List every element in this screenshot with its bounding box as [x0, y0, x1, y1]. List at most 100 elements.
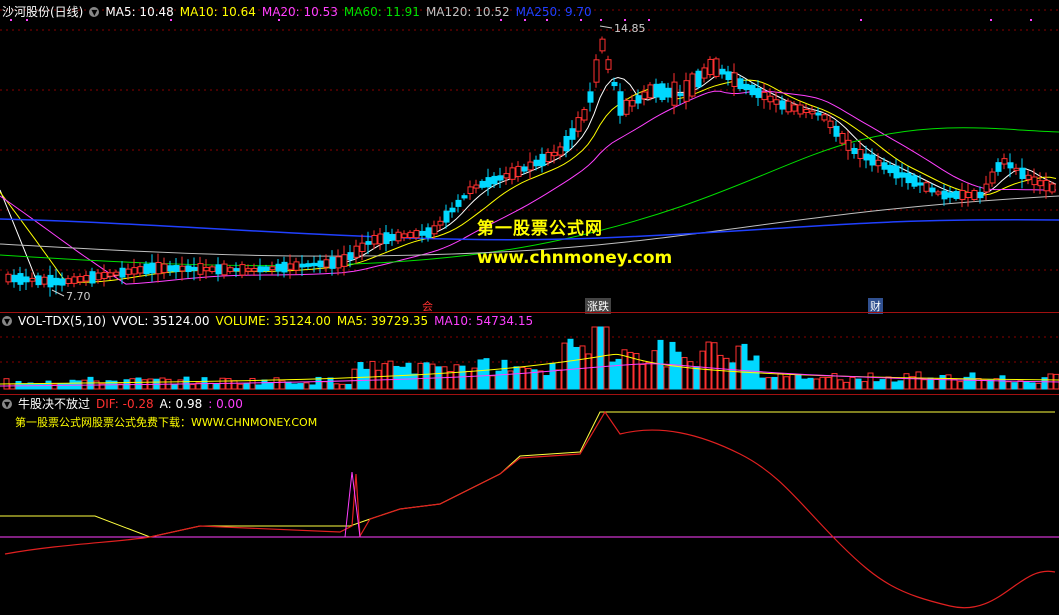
- candle-body: [485, 177, 492, 188]
- volume-bar: [819, 376, 826, 390]
- volume-bar: [351, 368, 358, 390]
- volume-bar: [855, 378, 862, 390]
- chevron-down-icon[interactable]: ▾: [89, 6, 100, 18]
- volume-bar: [411, 373, 418, 390]
- volume-bar: [363, 368, 370, 390]
- volume-bar: [693, 366, 700, 390]
- candle-body: [701, 67, 708, 79]
- volume-bar: [483, 358, 490, 390]
- dif-line: [4, 410, 1056, 609]
- candle-body: [941, 190, 948, 200]
- candle-body: [209, 266, 216, 273]
- candle-body: [95, 272, 102, 281]
- candle-body: [653, 83, 660, 98]
- candle-body: [659, 83, 666, 100]
- candle-body: [425, 227, 432, 238]
- volume-bar: [915, 371, 922, 390]
- volume-bar: [759, 377, 766, 390]
- volume-bar: [255, 384, 262, 390]
- candle-body: [845, 139, 852, 151]
- candle-body: [881, 162, 888, 170]
- candle-body: [41, 276, 48, 285]
- chevron-down-icon[interactable]: ▾: [2, 315, 12, 327]
- volume-bar: [495, 370, 502, 390]
- volume-bar: [267, 382, 274, 390]
- volume-bar: [357, 362, 364, 390]
- volume-bar: [1005, 381, 1012, 390]
- candle-body: [401, 233, 408, 239]
- volume-bar: [849, 376, 856, 390]
- volume-bar: [825, 376, 832, 390]
- indicator-pane[interactable]: ▾ 牛股决不放过 DIF: -0.28 A: 0.98 : 0.00 第一股票公…: [0, 394, 1059, 615]
- volume-bar: [261, 379, 268, 390]
- candle-body: [497, 175, 504, 181]
- candle-body: [413, 230, 420, 239]
- volume-bar: [1017, 380, 1024, 390]
- candle-body: [587, 91, 594, 103]
- volume-bar: [327, 377, 334, 390]
- volume-bar: [39, 383, 46, 390]
- candle-body: [899, 172, 906, 178]
- candle-body: [911, 175, 918, 187]
- volume-bar: [705, 341, 712, 390]
- candle-body: [1037, 180, 1044, 187]
- volume-bar: [57, 383, 64, 390]
- volume-bar: [231, 380, 238, 390]
- volume-bar: [903, 373, 910, 390]
- candle-body: [959, 189, 966, 201]
- candle-body: [29, 277, 36, 282]
- volume-bar: [603, 326, 610, 390]
- candle-body: [785, 100, 792, 113]
- candle-body: [737, 78, 744, 90]
- candle-body: [683, 80, 690, 102]
- price-chart-pane[interactable]: 沙河股份(日线) ▾ MA5: 10.48 MA10: 10.64 MA20: …: [0, 0, 1059, 314]
- candle-body: [329, 256, 336, 269]
- volume-bar: [885, 376, 892, 390]
- candle-body: [257, 266, 264, 273]
- volume-bar: [765, 377, 772, 390]
- a-line: [0, 411, 1055, 538]
- volume-bar: [519, 366, 526, 390]
- candle-body: [227, 267, 234, 272]
- candle-body: [539, 153, 546, 167]
- volume-bar: [735, 345, 742, 390]
- candle-body: [191, 266, 198, 271]
- volume-bar: [837, 379, 844, 390]
- candle-body: [101, 271, 108, 279]
- volume-bar: [987, 379, 994, 390]
- candle-body: [197, 263, 204, 275]
- candle-body: [995, 162, 1002, 172]
- indicator-name[interactable]: 牛股决不放过: [18, 395, 90, 412]
- candle-body: [395, 231, 402, 242]
- candle-body: [821, 114, 828, 121]
- volume-header: ▾ VOL-TDX(5,10) VVOL: 35124.00 VOLUME: 3…: [2, 314, 533, 328]
- candle-body: [353, 245, 360, 258]
- high-pointer: [599, 25, 613, 29]
- candle-body: [449, 207, 456, 213]
- volume-indicator-name[interactable]: VOL-TDX(5,10): [18, 314, 106, 328]
- dif-value: DIF: -0.28: [96, 396, 154, 411]
- vol-ma10-value: MA10: 54734.15: [434, 314, 534, 328]
- volume-bar: [969, 372, 976, 390]
- volume-pane[interactable]: ▾ VOL-TDX(5,10) VVOL: 35124.00 VOLUME: 3…: [0, 312, 1059, 394]
- watermark-title: 第一股票公式网: [477, 219, 603, 239]
- volume-bar: [747, 360, 754, 390]
- candle-body: [617, 91, 624, 116]
- candle-body: [119, 267, 126, 278]
- candle-body: [509, 167, 516, 180]
- candle-body: [407, 231, 414, 239]
- candle-body: [533, 159, 540, 167]
- stock-title[interactable]: 沙河股份(日线): [2, 3, 83, 20]
- candle-body: [149, 262, 156, 274]
- volume-bar: [639, 363, 646, 390]
- volume-bar: [33, 383, 40, 390]
- candle-body: [71, 276, 78, 284]
- chevron-down-icon[interactable]: ▾: [2, 398, 12, 410]
- candle-body: [743, 83, 750, 91]
- candle-body: [59, 278, 66, 286]
- volume-value: VOLUME: 35124.00: [215, 314, 331, 328]
- candle-body: [1025, 174, 1032, 180]
- signal-dot: [860, 19, 862, 21]
- volume-bar: [21, 383, 28, 390]
- candle-body: [77, 276, 84, 283]
